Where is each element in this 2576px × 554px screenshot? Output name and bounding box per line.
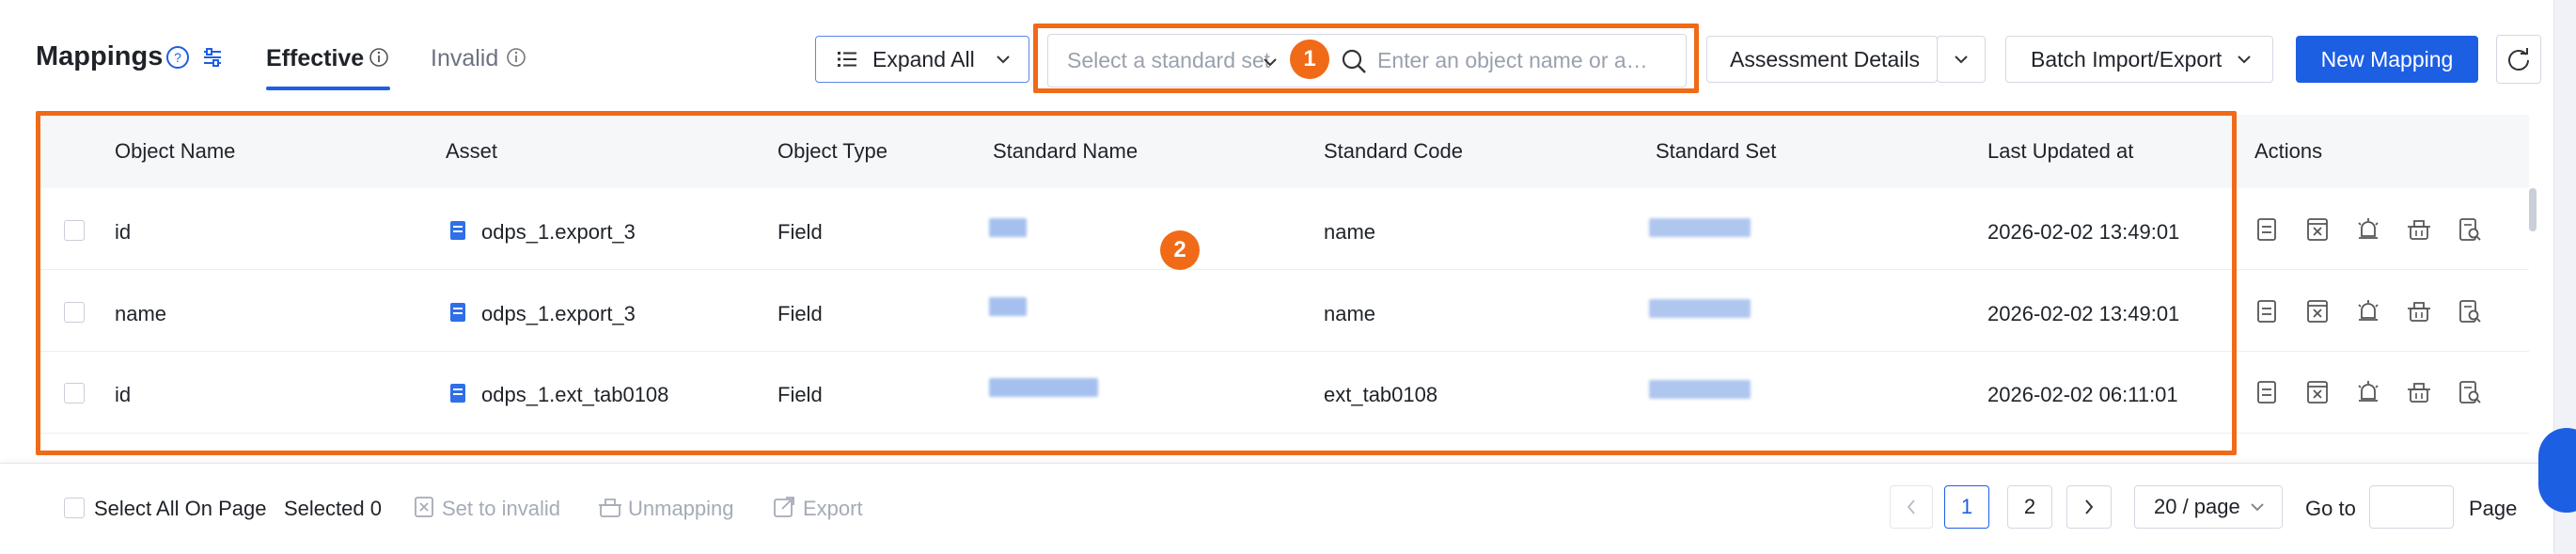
search-doc-icon[interactable]	[2456, 378, 2484, 406]
invalidate-icon	[415, 497, 433, 517]
prev-page-button[interactable]	[1890, 485, 1933, 529]
table-scrollbar[interactable]	[2529, 188, 2537, 231]
unmapping-button[interactable]: Unmapping	[628, 497, 734, 521]
alert-icon[interactable]	[2354, 297, 2382, 325]
active-tab-indicator	[266, 87, 390, 90]
refresh-icon	[2508, 48, 2529, 71]
detail-icon[interactable]	[2253, 297, 2281, 325]
mappings-panel: Mappings ? Effective Invalid Expand All …	[0, 0, 2554, 554]
page-suffix-label: Page	[2469, 497, 2518, 520]
callout-badge-2: 2	[1160, 230, 1200, 270]
page-1-button[interactable]: 1	[1944, 485, 1989, 529]
assessment-details-button[interactable]: Assessment Details	[1706, 36, 1938, 83]
batch-label: Batch Import/Export	[2031, 46, 2223, 71]
list-icon	[838, 52, 856, 67]
col-actions: Actions	[2254, 139, 2323, 163]
search-doc-icon[interactable]	[2456, 297, 2484, 325]
export-button[interactable]: Export	[803, 497, 863, 521]
chevron-down-icon	[1955, 55, 1968, 64]
unmap-icon[interactable]	[2405, 215, 2433, 244]
goto-label: Go to	[2305, 497, 2356, 520]
unmap-icon[interactable]	[2405, 297, 2433, 325]
page-title: Mappings	[36, 41, 164, 71]
tab-effective[interactable]: Effective	[266, 45, 364, 72]
search-doc-icon[interactable]	[2456, 215, 2484, 244]
invalidate-icon[interactable]	[2303, 215, 2332, 244]
info-icon	[507, 48, 526, 67]
detail-icon[interactable]	[2253, 215, 2281, 244]
expand-all-label: Expand All	[872, 46, 975, 71]
chevron-right-icon	[2085, 499, 2094, 514]
chevron-down-icon	[2251, 503, 2264, 512]
selected-count: Selected 0	[284, 497, 382, 520]
chevron-down-icon	[2238, 55, 2251, 64]
settings-sliders-icon[interactable]	[199, 44, 226, 71]
help-icon[interactable]: ?	[165, 45, 190, 70]
alert-icon[interactable]	[2354, 215, 2382, 244]
tab-invalid[interactable]: Invalid	[431, 45, 498, 72]
page-size-select[interactable]: 20 / page	[2134, 485, 2283, 529]
select-all-label[interactable]: Select All On Page	[94, 497, 266, 521]
alert-icon[interactable]	[2354, 378, 2382, 406]
batch-import-export-button[interactable]: Batch Import/Export	[2005, 36, 2273, 83]
new-mapping-button[interactable]: New Mapping	[2296, 36, 2478, 83]
invalidate-icon[interactable]	[2303, 297, 2332, 325]
export-icon	[774, 497, 794, 517]
assessment-dropdown-button[interactable]	[1937, 36, 1986, 83]
callout-badge-1: 1	[1290, 40, 1329, 79]
callout-box-2	[36, 111, 2237, 455]
info-icon	[369, 48, 388, 67]
page-2-button[interactable]: 2	[2007, 485, 2052, 529]
next-page-button[interactable]	[2066, 485, 2112, 529]
expand-all-button[interactable]: Expand All	[815, 36, 1029, 83]
detail-icon[interactable]	[2253, 378, 2281, 406]
page-size-label: 20 / page	[2154, 495, 2240, 518]
unmap-icon[interactable]	[2405, 378, 2433, 406]
select-all-checkbox[interactable]	[64, 498, 85, 518]
invalidate-icon[interactable]	[2303, 378, 2332, 406]
refresh-button[interactable]	[2496, 35, 2541, 84]
callout-box-1	[1033, 24, 1699, 93]
unmap-icon	[599, 499, 621, 517]
chevron-left-icon	[1907, 499, 1915, 514]
floating-assistant-button[interactable]	[2538, 428, 2576, 513]
goto-page-input[interactable]	[2369, 485, 2454, 529]
chevron-down-icon	[996, 55, 1010, 64]
svg-text:?: ?	[174, 50, 181, 65]
set-invalid-button[interactable]: Set to invalid	[442, 497, 560, 521]
